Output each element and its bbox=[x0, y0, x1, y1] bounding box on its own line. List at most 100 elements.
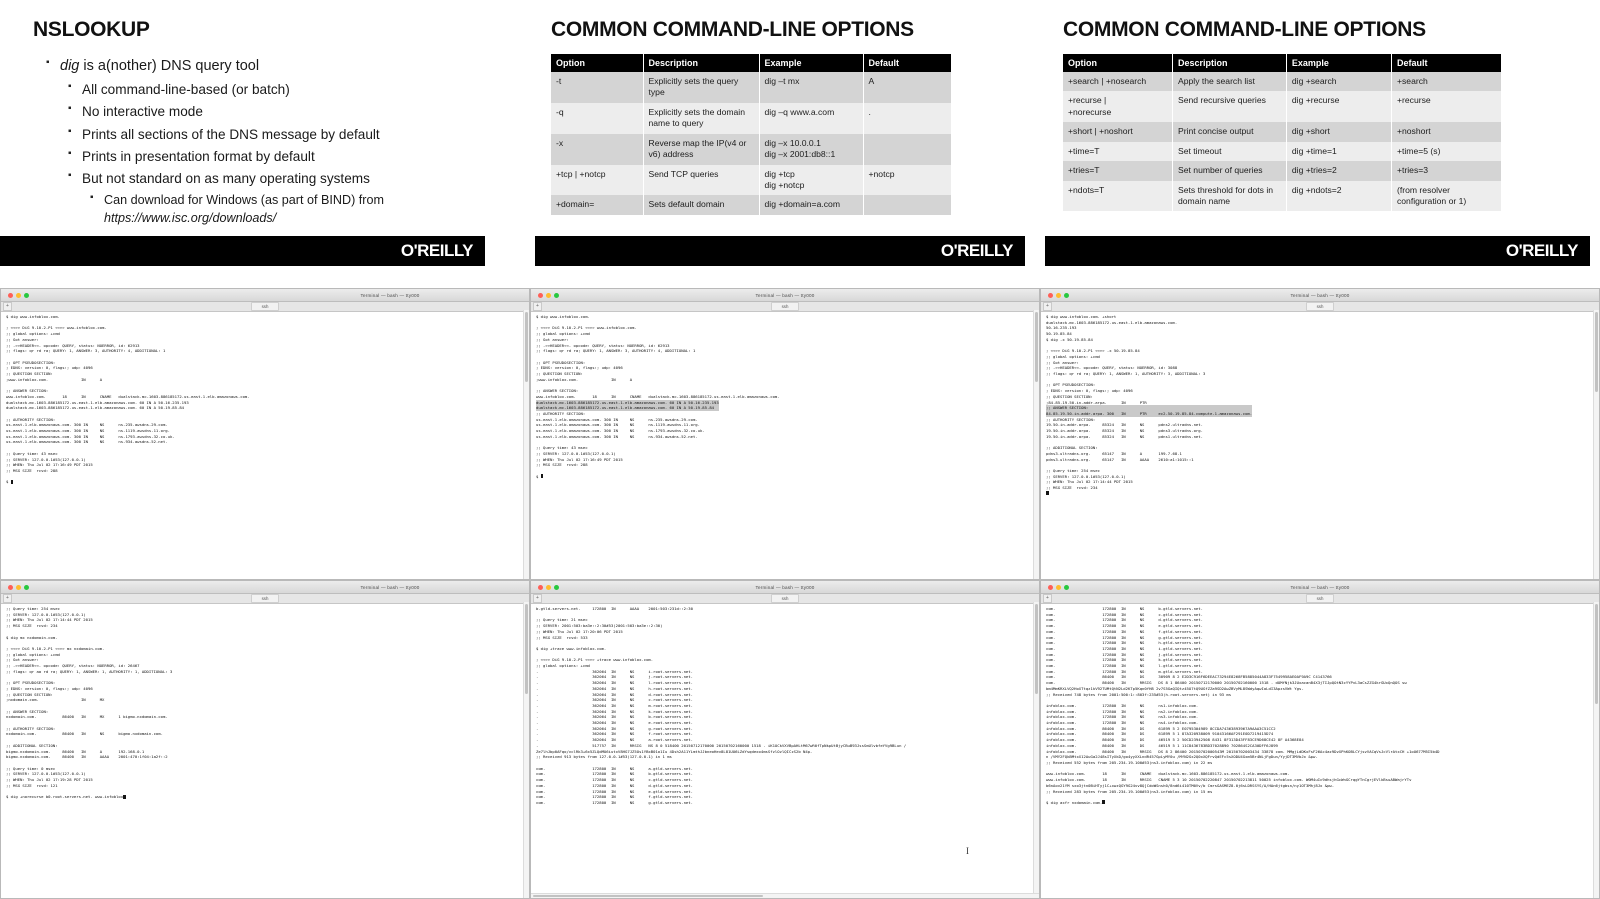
tab-bar[interactable]: + ssh bbox=[1, 594, 529, 604]
text-cursor bbox=[540, 474, 544, 479]
terminal-cell-bottom-right: Terminal — bash — tty000 + ssh com. 1728… bbox=[1040, 580, 1600, 899]
titlebar[interactable]: Terminal — bash — tty000 bbox=[531, 289, 1039, 302]
new-tab-icon[interactable]: + bbox=[533, 302, 542, 311]
cell-option: +short | +noshort bbox=[1063, 122, 1173, 142]
titlebar-title: Terminal — bash — tty000 bbox=[1290, 584, 1350, 590]
table-row: -x Reverse map the IP(v4 or v6) address … bbox=[551, 133, 951, 165]
cell-default: +notcp bbox=[863, 164, 951, 196]
col-default: Default bbox=[863, 54, 951, 72]
cell-description: Send TCP queries bbox=[643, 164, 760, 196]
cell-example: dig +search bbox=[1286, 72, 1392, 92]
cell-default: . bbox=[863, 102, 951, 134]
tab-bar[interactable]: + ssh bbox=[531, 302, 1039, 312]
cell-example: dig –q www.a.com bbox=[759, 102, 864, 134]
text-cursor bbox=[10, 479, 14, 484]
slide-options-2: COMMON COMMAND-LINE OPTIONS Option Descr… bbox=[1045, 0, 1600, 288]
oreilly-bar-3: O'REILLY bbox=[1045, 236, 1590, 266]
terminal-tab[interactable]: ssh bbox=[1305, 302, 1335, 311]
cell-default bbox=[863, 133, 951, 165]
cell-option: +domain= bbox=[551, 195, 644, 215]
selected-text: ;; ANSWER SECTION: 84.85.19.50.in-addr.a… bbox=[1046, 405, 1253, 417]
terminal-cell-bottom-middle: Terminal — bash — tty000 + ssh b.gtld-se… bbox=[530, 580, 1040, 899]
terminal-window-top-left[interactable]: Terminal — bash — tty000 + ssh $ dig www… bbox=[0, 288, 530, 580]
cell-example: dig +domain=a.com bbox=[759, 195, 864, 215]
new-tab-icon[interactable]: + bbox=[3, 594, 12, 603]
terminal-tab[interactable]: ssh bbox=[770, 594, 800, 603]
cell-example: dig +ndots=2 bbox=[1286, 180, 1392, 212]
vertical-scrollbar[interactable] bbox=[1033, 310, 1039, 579]
tab-bar[interactable]: + ssh bbox=[1, 302, 529, 312]
vertical-scrollbar[interactable] bbox=[523, 310, 529, 579]
titlebar[interactable]: Terminal — bash — tty000 bbox=[531, 581, 1039, 594]
terminal-output[interactable]: com. 172800 IN NS b.gtld-servers.net. co… bbox=[1041, 604, 1599, 898]
terminal-window-bottom-right[interactable]: Terminal — bash — tty000 + ssh com. 1728… bbox=[1040, 580, 1600, 899]
cell-example: dig +tries=2 bbox=[1286, 161, 1392, 181]
terminal-cell-top-right: Terminal — bash — tty000 + ssh $ dig www… bbox=[1040, 288, 1600, 580]
terminal-tab[interactable]: ssh bbox=[1305, 594, 1335, 603]
text-cursor bbox=[1046, 491, 1049, 496]
terminal-text: $ dig www.infoblox.com. +short dualstack… bbox=[1046, 314, 1206, 405]
terminal-output[interactable]: $ dig www.infoblox.com. +short dualstack… bbox=[1041, 312, 1599, 579]
titlebar[interactable]: Terminal — bash — tty000 bbox=[1, 289, 529, 302]
tab-bar[interactable]: + ssh bbox=[1041, 302, 1599, 312]
bullet-no-interactive: No interactive mode bbox=[68, 101, 525, 122]
titlebar-title: Terminal — bash — tty000 bbox=[1290, 292, 1350, 298]
terminal-tab[interactable]: ssh bbox=[250, 302, 280, 311]
tab-bar[interactable]: + ssh bbox=[1041, 594, 1599, 604]
table-header-row: Option Description Example Default bbox=[1063, 54, 1501, 72]
terminal-output[interactable]: b.gtld-servers.net. 172800 IN AAAA 2001:… bbox=[531, 604, 1039, 898]
cell-example: dig –t mx bbox=[759, 72, 864, 103]
cell-description: Sets threshold for dots in domain name bbox=[1172, 180, 1287, 212]
cell-default: (from resolver configuration or 1) bbox=[1391, 180, 1501, 212]
table-row: +recurse | +norecurse Send recursive que… bbox=[1063, 91, 1501, 123]
titlebar-title: Terminal — bash — tty000 bbox=[755, 292, 815, 298]
terminal-output[interactable]: $ dig www.infoblox.com. ; <<>> DiG 9.10.… bbox=[531, 312, 1039, 579]
titlebar[interactable]: Terminal — bash — tty000 bbox=[1, 581, 529, 594]
cell-option: +time=T bbox=[1063, 141, 1173, 162]
table-row: +search | +nosearch Apply the search lis… bbox=[1063, 72, 1501, 92]
cell-option: -t bbox=[551, 72, 644, 103]
cell-option: +tries=T bbox=[1063, 161, 1173, 181]
bullet-presentation-format: Prints in presentation format by default bbox=[68, 146, 525, 167]
slide-1-bullets: dig is a(nother) DNS query tool All comm… bbox=[0, 55, 525, 227]
horizontal-scrollbar[interactable] bbox=[531, 893, 1039, 898]
oreilly-bar-1: O'REILLY bbox=[0, 236, 485, 266]
terminal-window-bottom-middle[interactable]: Terminal — bash — tty000 + ssh b.gtld-se… bbox=[530, 580, 1040, 899]
table-row: +tries=T Set number of queries dig +trie… bbox=[1063, 161, 1501, 181]
terminal-output[interactable]: $ dig www.infoblox.com. ; <<>> DiG 9.10.… bbox=[1, 312, 529, 579]
text-ibeam-cursor: I bbox=[966, 846, 969, 856]
cell-example: dig –x 10.0.0.1 dig –x 2001:db8::1 bbox=[759, 133, 864, 165]
titlebar[interactable]: Terminal — bash — tty000 bbox=[1041, 289, 1599, 302]
table-row: +domain= Sets default domain dig +domain… bbox=[551, 195, 951, 215]
col-option: Option bbox=[1063, 54, 1173, 72]
terminal-window-bottom-left[interactable]: Terminal — bash — tty000 + ssh ;; Query … bbox=[0, 580, 530, 899]
table-header-row: Option Description Example Default bbox=[551, 54, 951, 72]
cell-default: +recurse bbox=[1391, 91, 1501, 123]
terminal-tab[interactable]: ssh bbox=[250, 594, 280, 603]
terminal-window-top-middle[interactable]: Terminal — bash — tty000 + ssh $ dig www… bbox=[530, 288, 1040, 580]
new-tab-icon[interactable]: + bbox=[1043, 302, 1052, 311]
vertical-scrollbar[interactable] bbox=[523, 602, 529, 898]
terminal-output[interactable]: ;; Query time: 254 msec ;; SERVER: 127.0… bbox=[1, 604, 529, 898]
col-description: Description bbox=[1172, 54, 1287, 72]
vertical-scrollbar[interactable] bbox=[1593, 310, 1599, 579]
col-option: Option bbox=[551, 54, 644, 72]
terminal-tab[interactable]: ssh bbox=[770, 302, 800, 311]
slide-nslookup: NSLOOKUP dig is a(nother) DNS query tool… bbox=[0, 0, 525, 288]
new-tab-icon[interactable]: + bbox=[533, 594, 542, 603]
terminal-cell-top-middle: Terminal — bash — tty000 + ssh $ dig www… bbox=[530, 288, 1040, 580]
titlebar[interactable]: Terminal — bash — tty000 bbox=[1041, 581, 1599, 594]
terminal-window-top-right[interactable]: Terminal — bash — tty000 + ssh $ dig www… bbox=[1040, 288, 1600, 580]
cell-option: +recurse | +norecurse bbox=[1063, 91, 1173, 123]
new-tab-icon[interactable]: + bbox=[3, 302, 12, 311]
oreilly-bar-2: O'REILLY bbox=[535, 236, 1025, 266]
cell-option: +ndots=T bbox=[1063, 180, 1173, 212]
vertical-scrollbar[interactable] bbox=[1593, 602, 1599, 898]
selected-text: dualstack.mc-1603-886185172.us-east-1.el… bbox=[536, 399, 719, 411]
table-row: +ndots=T Sets threshold for dots in doma… bbox=[1063, 180, 1501, 212]
new-tab-icon[interactable]: + bbox=[1043, 594, 1052, 603]
tab-bar[interactable]: + ssh bbox=[531, 594, 1039, 604]
cell-example: dig +tcp dig +notcp bbox=[759, 164, 864, 196]
vertical-scrollbar[interactable] bbox=[1033, 602, 1039, 898]
text-cursor bbox=[1102, 800, 1105, 805]
